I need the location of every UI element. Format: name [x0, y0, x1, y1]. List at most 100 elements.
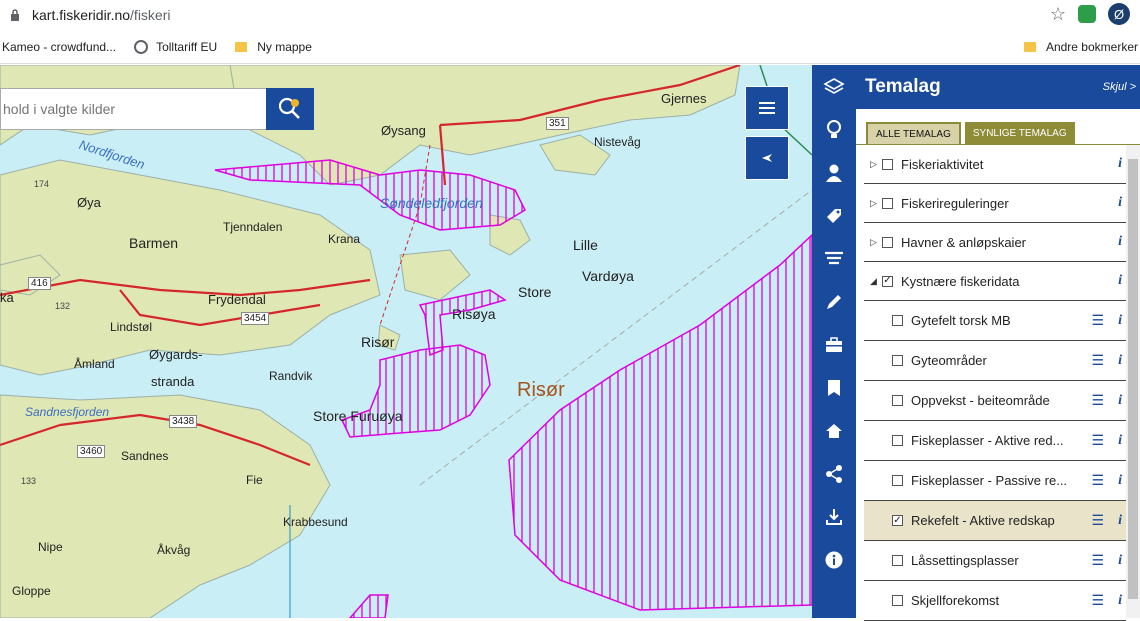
toolbar-tag[interactable] — [812, 198, 856, 234]
toolbar-draw[interactable] — [812, 284, 856, 320]
tab-visible-layers[interactable]: SYNLIGE TEMALAG — [964, 122, 1075, 144]
address-bar[interactable]: kart.fiskeridir.no/fiskeri ☆ Ø — [0, 0, 1140, 30]
folder-icon — [235, 41, 248, 52]
bookmark-kameo[interactable]: Kameo - crowdfund... — [2, 40, 116, 54]
side-toolbar — [812, 65, 856, 618]
extension-shield-icon[interactable] — [1078, 5, 1096, 23]
layer-checkbox[interactable]: ✓ — [892, 515, 903, 526]
bookmark-tolltariff[interactable]: Tolltariff EU — [134, 39, 217, 54]
layer-fiskeplasser-passive[interactable]: Fiskeplasser - Passive re... ☰ i — [864, 461, 1126, 501]
profile-avatar[interactable]: Ø — [1108, 3, 1130, 25]
map-collapse-button[interactable] — [745, 136, 789, 180]
layer-checkbox[interactable] — [892, 435, 903, 446]
info-icon[interactable]: i — [1118, 553, 1122, 569]
layer-group-fiskerireguleringer[interactable]: ▷ Fiskerireguleringer i — [864, 184, 1126, 223]
layer-checkbox[interactable] — [882, 197, 893, 209]
info-icon[interactable]: i — [1118, 195, 1122, 211]
info-icon[interactable]: i — [1118, 513, 1122, 529]
legend-menu-icon[interactable]: ☰ — [1091, 512, 1104, 529]
toolbar-tools[interactable] — [812, 327, 856, 363]
scrollbar-thumb[interactable] — [1128, 159, 1138, 599]
info-icon[interactable]: i — [1118, 473, 1122, 489]
info-icon[interactable]: i — [1118, 234, 1122, 250]
tab-all-layers[interactable]: ALLE TEMALAG — [866, 122, 961, 144]
panel-header: Temalag Skjul > — [856, 65, 1140, 109]
collapse-arrow-icon[interactable]: ◢ — [870, 276, 880, 287]
toolbar-fish[interactable] — [812, 241, 856, 277]
info-icon[interactable]: i — [1118, 313, 1122, 329]
layer-gyteomrader[interactable]: Gyteområder ☰ i — [864, 341, 1126, 381]
expand-arrow-icon[interactable]: ▷ — [870, 198, 880, 209]
legend-menu-icon[interactable]: ☰ — [1091, 552, 1104, 569]
toolbar-share[interactable] — [812, 456, 856, 492]
search-input[interactable] — [1, 101, 261, 117]
info-icon[interactable]: i — [1118, 273, 1122, 289]
layer-checkbox[interactable] — [892, 475, 903, 486]
map-menu-button[interactable] — [745, 86, 789, 130]
map-label-tjenndalen: Tjenndalen — [223, 220, 283, 234]
toolbar-tips[interactable] — [812, 112, 856, 148]
layers-icon — [823, 78, 845, 94]
layer-checkbox[interactable] — [892, 595, 903, 606]
layer-checkbox[interactable]: ✓ — [882, 275, 893, 287]
expand-arrow-icon[interactable]: ▷ — [870, 159, 880, 170]
layer-checkbox[interactable] — [892, 555, 903, 566]
legend-menu-icon[interactable]: ☰ — [1091, 432, 1104, 449]
map-label-barmen: Barmen — [129, 235, 179, 251]
other-bookmarks-label: Andre bokmerker — [1045, 39, 1138, 54]
layer-checkbox[interactable] — [882, 158, 893, 170]
layer-lassettingsplasser[interactable]: Låssettingsplasser ☰ i — [864, 541, 1126, 581]
info-icon[interactable]: i — [1118, 433, 1122, 449]
other-bookmarks[interactable]: Andre bokmerker — [1023, 39, 1138, 54]
layer-fiskeplasser-aktive[interactable]: Fiskeplasser - Aktive red... ☰ i — [864, 421, 1126, 461]
folder-icon — [1023, 41, 1036, 52]
info-icon[interactable]: i — [1118, 593, 1122, 609]
layer-group-label: Fiskerireguleringer — [901, 195, 1009, 211]
layer-group-kystnaere[interactable]: ◢ ✓ Kystnære fiskeridata i — [864, 262, 1126, 301]
info-icon[interactable]: i — [1118, 393, 1122, 409]
layer-checkbox[interactable] — [882, 236, 893, 248]
layer-checkbox[interactable] — [892, 355, 903, 366]
legend-menu-icon[interactable]: ☰ — [1091, 472, 1104, 489]
layer-oppvekst[interactable]: Oppvekst - beiteområde ☰ i — [864, 381, 1126, 421]
star-icon[interactable]: ☆ — [1050, 4, 1066, 25]
map-canvas[interactable]: Gjernes Øysang 351 Nistevåg Nordfjorden … — [0, 65, 812, 618]
legend-menu-icon[interactable]: ☰ — [1091, 592, 1104, 609]
bookmark-ny-mappe[interactable]: Ny mappe — [235, 40, 312, 54]
legend-menu-icon[interactable]: ☰ — [1091, 312, 1104, 329]
layer-group-havner[interactable]: ▷ Havner & anløpskaier i — [864, 223, 1126, 262]
map-label-gjernes: Gjernes — [661, 91, 707, 106]
search-box — [0, 88, 266, 130]
legend-menu-icon[interactable]: ☰ — [1091, 392, 1104, 409]
layer-group-fiskeriaktivitet[interactable]: ▷ Fiskeriaktivitet i — [864, 145, 1126, 184]
toolbar-home[interactable] — [812, 413, 856, 449]
map-label-road351: 351 — [546, 117, 569, 130]
url-text[interactable]: kart.fiskeridir.no/fiskeri — [32, 7, 171, 23]
toolbar-user[interactable] — [812, 155, 856, 191]
map-label-ka: ka — [0, 290, 14, 305]
map-label-risor-area: Risør — [517, 379, 565, 401]
layer-list: ▷ Fiskeriaktivitet i ▷ Fiskeriregulering… — [864, 145, 1126, 621]
layer-checkbox[interactable] — [892, 395, 903, 406]
toolbar-bookmarks[interactable] — [812, 370, 856, 406]
layer-skjellforekomst[interactable]: Skjellforekomst ☰ i — [864, 581, 1126, 621]
toolbar-info[interactable] — [812, 542, 856, 578]
toolbar-layers[interactable] — [812, 69, 856, 105]
panel-title: Temalag — [865, 76, 941, 97]
hamburger-icon — [759, 102, 775, 114]
legend-menu-icon[interactable]: ☰ — [1091, 352, 1104, 369]
info-icon[interactable]: i — [1118, 156, 1122, 172]
toolbar-download[interactable] — [812, 499, 856, 535]
search-button[interactable] — [266, 88, 314, 130]
info-icon[interactable]: i — [1118, 353, 1122, 369]
layer-label: Oppvekst - beiteområde — [911, 393, 1050, 408]
expand-arrow-icon[interactable]: ▷ — [870, 237, 880, 248]
layer-rekefelt[interactable]: ✓ Rekefelt - Aktive redskap ☰ i — [864, 501, 1126, 541]
panel-scrollbar[interactable] — [1126, 145, 1140, 618]
map-label-3438: 3438 — [169, 415, 198, 428]
layer-gytefelt-torsk[interactable]: Gytefelt torsk MB ☰ i — [864, 301, 1126, 341]
map-label-132: 132 — [55, 301, 71, 311]
bookmark-label: Ny mappe — [257, 39, 312, 54]
hide-panel-link[interactable]: Skjul > — [1103, 81, 1136, 93]
layer-checkbox[interactable] — [892, 315, 903, 326]
